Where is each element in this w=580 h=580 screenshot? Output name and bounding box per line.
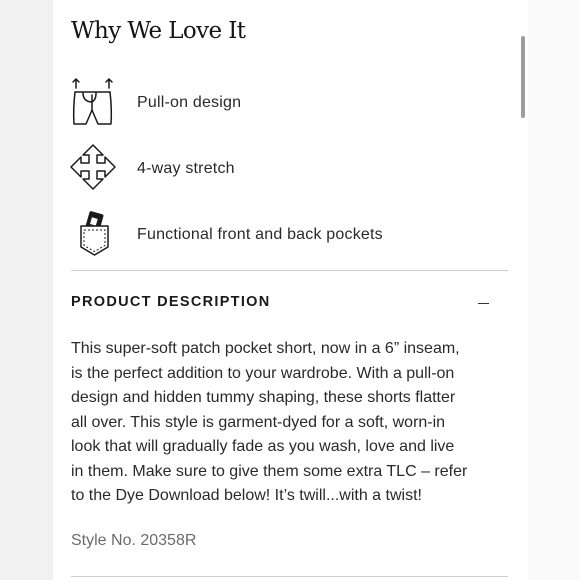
section-title: Why We Love It (71, 18, 246, 44)
feature-pull-on: Pull-on design (68, 77, 488, 129)
description-line: look that will gradually fade as you was… (71, 438, 455, 455)
divider-top (71, 270, 508, 271)
description-line: This super-soft patch pocket short, now … (71, 340, 460, 357)
pull-on-pants-icon (68, 77, 122, 129)
description-line: all over. This style is garment-dyed for… (71, 413, 446, 431)
product-description-text: This super-soft patch pocket short, now … (71, 337, 511, 509)
description-line: design and hidden tummy shaping, these s… (71, 389, 456, 406)
description-line: in them. Make sure to give them some ext… (71, 462, 468, 480)
feature-pockets: Functional front and back pockets (68, 209, 488, 261)
description-line: to the Dye Download below! It’s twill...… (71, 487, 422, 504)
pocket-icon (68, 209, 122, 261)
feature-stretch: 4-way stretch (68, 143, 488, 195)
description-line: is the perfect addition to your wardrobe… (71, 364, 455, 382)
divider-bottom (71, 576, 508, 577)
product-description-heading: PRODUCT DESCRIPTION (71, 294, 271, 310)
right-gutter (528, 0, 580, 580)
feature-label: Pull-on design (137, 94, 242, 111)
feature-label: Functional front and back pockets (137, 226, 383, 243)
product-description-header[interactable]: PRODUCT DESCRIPTION (71, 290, 496, 316)
scrollbar-thumb[interactable] (521, 36, 525, 118)
style-number: Style No. 20358R (71, 532, 197, 549)
minus-icon[interactable] (470, 290, 496, 316)
four-way-arrows-icon (68, 143, 122, 195)
feature-label: 4-way stretch (137, 160, 235, 177)
